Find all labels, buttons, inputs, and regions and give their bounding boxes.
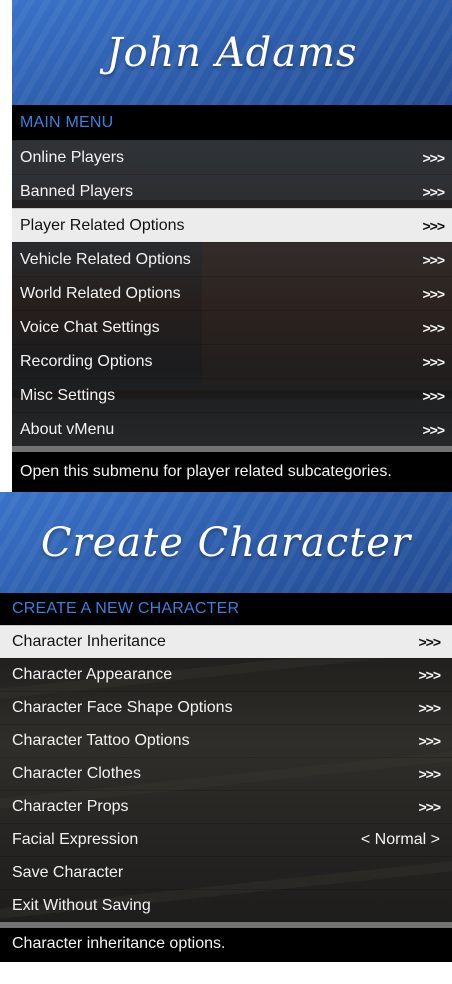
menu-item-character-face-shape-options[interactable]: Character Face Shape Options >>>	[0, 691, 452, 724]
menu-item-label: Character Clothes	[12, 765, 141, 782]
menu-item-vehicle-related-options[interactable]: Vehicle Related Options >>>	[12, 242, 452, 276]
menu-subtitle: CREATE A NEW CHARACTER	[0, 593, 452, 625]
menu-banner: John Adams	[12, 0, 452, 105]
submenu-arrow-icon: >>>	[422, 387, 445, 404]
menu-item-misc-settings[interactable]: Misc Settings >>>	[12, 378, 452, 412]
menu-item-label: Save Character	[12, 864, 124, 881]
menu-item-recording-options[interactable]: Recording Options >>>	[12, 344, 452, 378]
menu-item-label: Character Inheritance	[12, 633, 166, 650]
menu-item-save-character[interactable]: Save Character	[0, 856, 452, 889]
menu-item-label: About vMenu	[20, 420, 115, 438]
menu-item-facial-expression[interactable]: Facial Expression < Normal >	[0, 823, 452, 856]
submenu-arrow-icon: >>>	[422, 183, 445, 200]
menu-item-label: Voice Chat Settings	[20, 318, 160, 336]
menu-item-label: Banned Players	[20, 182, 133, 200]
menu-item-label: Misc Settings	[20, 386, 116, 404]
submenu-arrow-icon: >>>	[422, 421, 445, 438]
menu-description: Character inheritance options.	[0, 928, 452, 962]
submenu-arrow-icon: >>>	[418, 667, 441, 683]
menu-item-online-players[interactable]: Online Players >>>	[12, 140, 452, 174]
banner-title: Create Character	[40, 519, 412, 566]
menu-item-character-clothes[interactable]: Character Clothes >>>	[0, 757, 452, 790]
submenu-arrow-icon: >>>	[418, 766, 441, 782]
submenu-arrow-icon: >>>	[418, 799, 441, 815]
menu-item-label: World Related Options	[20, 284, 181, 302]
banner-title: John Adams	[106, 29, 358, 76]
submenu-arrow-icon: >>>	[422, 353, 445, 370]
menu-item-exit-without-saving[interactable]: Exit Without Saving	[0, 889, 452, 922]
menu-item-label: Character Props	[12, 798, 129, 815]
submenu-arrow-icon: >>>	[422, 217, 445, 234]
submenu-arrow-icon: >>>	[418, 700, 441, 716]
menu-item-label: Character Appearance	[12, 666, 173, 683]
menu-item-banned-players[interactable]: Banned Players >>>	[12, 174, 452, 208]
submenu-arrow-icon: >>>	[422, 149, 445, 166]
menu-item-character-props[interactable]: Character Props >>>	[0, 790, 452, 823]
menu-item-label: Character Face Shape Options	[12, 699, 233, 716]
menu-item-about-vmenu[interactable]: About vMenu >>>	[12, 412, 452, 446]
main-menu-panel: John Adams MAIN MENU Online Players >>> …	[12, 0, 452, 492]
create-character-panel: Create Character CREATE A NEW CHARACTER …	[0, 492, 452, 984]
menu-item-character-inheritance[interactable]: Character Inheritance >>>	[0, 625, 452, 658]
menu-item-label: Character Tattoo Options	[12, 732, 190, 749]
menu-item-label: Exit Without Saving	[12, 897, 151, 914]
submenu-arrow-icon: >>>	[418, 733, 441, 749]
menu-item-player-related-options[interactable]: Player Related Options >>>	[12, 208, 452, 242]
menu-banner: Create Character	[0, 492, 452, 593]
submenu-arrow-icon: >>>	[422, 319, 445, 336]
submenu-arrow-icon: >>>	[422, 251, 445, 268]
menu-item-label: Recording Options	[20, 352, 153, 370]
menu-item-character-appearance[interactable]: Character Appearance >>>	[0, 658, 452, 691]
menu-item-label: Online Players	[20, 148, 125, 166]
menu-item-label: Vehicle Related Options	[20, 250, 191, 268]
menu-items-list: Character Inheritance >>> Character Appe…	[0, 625, 452, 922]
menu-item-label: Player Related Options	[20, 216, 185, 234]
list-selector-value[interactable]: < Normal >	[361, 831, 440, 849]
submenu-arrow-icon: >>>	[422, 285, 445, 302]
menu-item-label: Facial Expression	[12, 831, 139, 848]
menu-items-list: Online Players >>> Banned Players >>> Pl…	[12, 140, 452, 446]
menu-item-voice-chat-settings[interactable]: Voice Chat Settings >>>	[12, 310, 452, 344]
menu-subtitle: MAIN MENU	[12, 105, 452, 140]
menu-item-character-tattoo-options[interactable]: Character Tattoo Options >>>	[0, 724, 452, 757]
menu-item-world-related-options[interactable]: World Related Options >>>	[12, 276, 452, 310]
menu-description: Open this submenu for player related sub…	[12, 452, 452, 492]
submenu-arrow-icon: >>>	[418, 634, 441, 650]
